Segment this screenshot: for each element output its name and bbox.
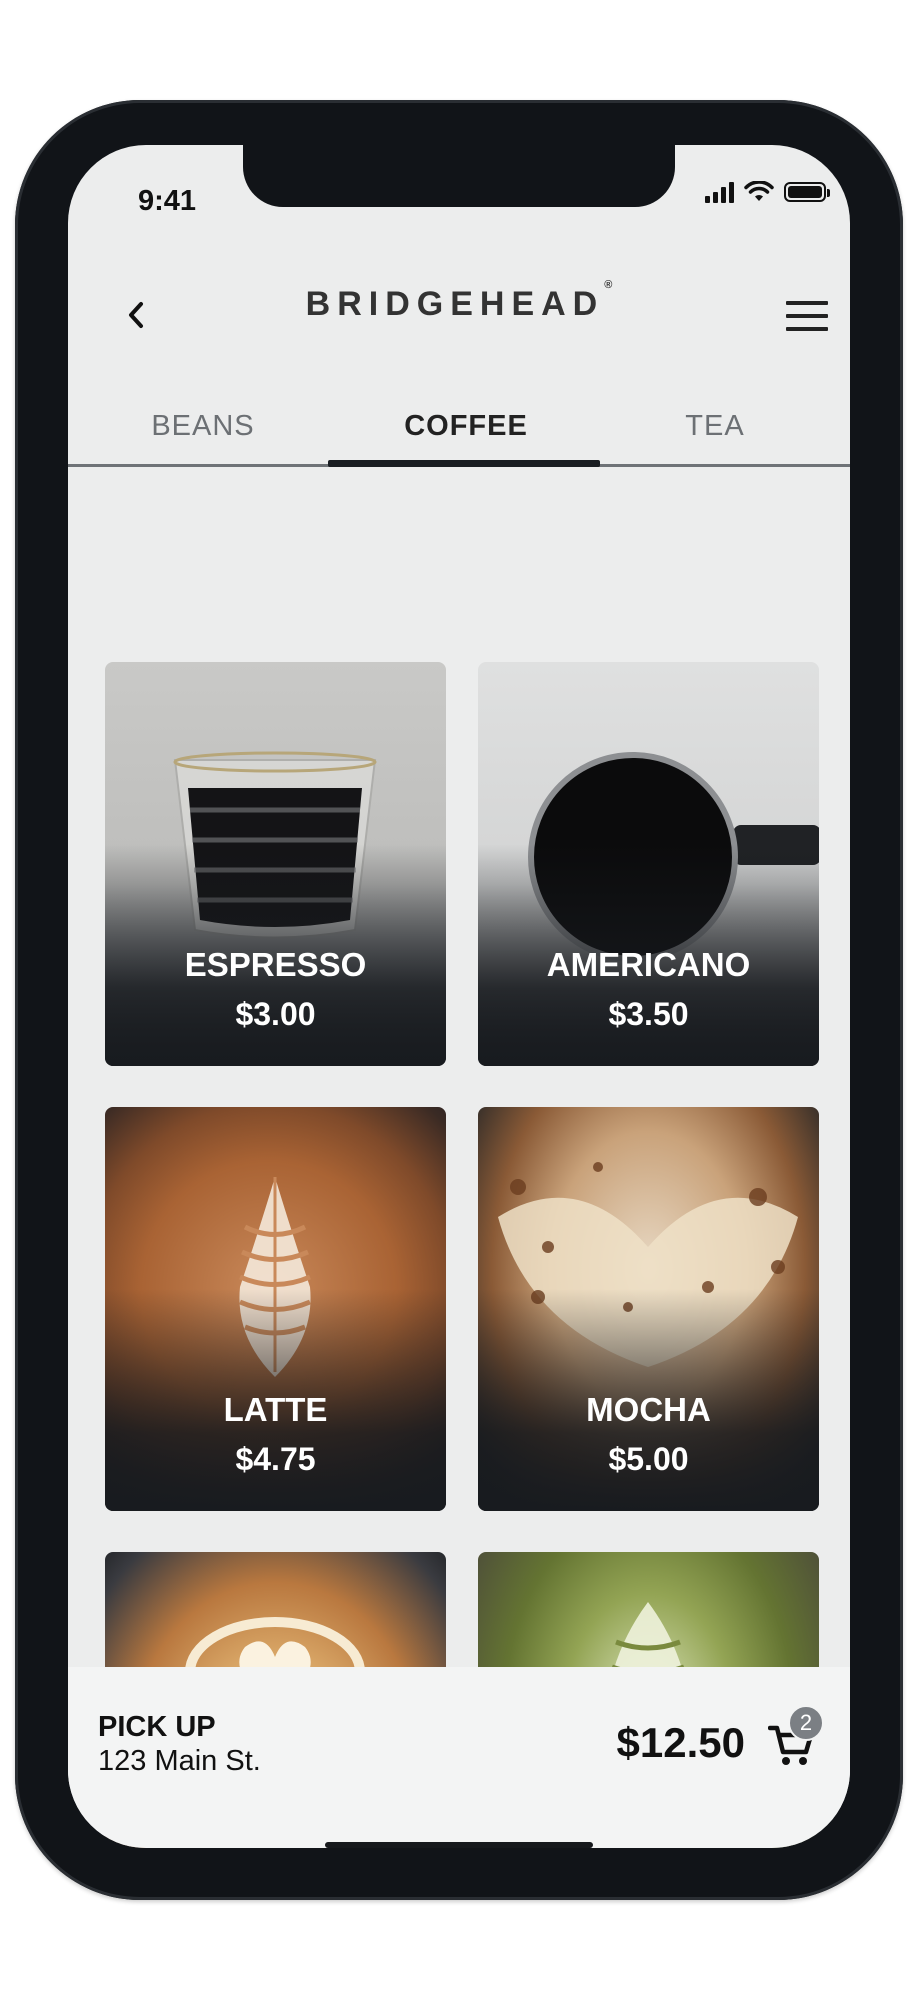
status-time: 9:41 [138, 185, 197, 217]
hamburger-menu-icon[interactable] [786, 301, 828, 331]
tab-beans[interactable]: BEANS [68, 410, 338, 443]
device-notch [243, 145, 675, 207]
battery-icon [784, 182, 830, 202]
cellular-signal-icon [705, 181, 734, 203]
home-indicator[interactable] [325, 1842, 593, 1848]
pickup-label: PICK UP [98, 1711, 216, 1743]
product-name: LATTE [223, 1391, 328, 1428]
order-total: $12.50 [616, 1719, 745, 1766]
product-price: $3.00 [235, 996, 316, 1032]
registered-mark: ® [604, 279, 613, 291]
product-name: AMERICANO [546, 946, 751, 983]
active-tab-indicator [328, 460, 600, 467]
pickup-address[interactable]: 123 Main St. [98, 1745, 261, 1778]
brand-name: BRIDGEHEAD [305, 285, 605, 323]
product-price: $4.75 [235, 1441, 316, 1477]
product-price: $5.00 [608, 1441, 689, 1477]
product-card-espresso[interactable]: ESPRESSO $3.00 [105, 662, 446, 1066]
product-card-americano[interactable]: AMERICANO $3.50 [478, 662, 819, 1066]
wifi-icon [744, 181, 774, 201]
brand-logo: BRIDGEHEAD® [68, 279, 850, 324]
product-card-mocha[interactable]: MOCHA $5.00 [478, 1107, 819, 1511]
cart-count-badge: 2 [788, 1705, 824, 1741]
app-screen: 9:41 BRIDGEHEAD® BEANS COFFEE TEA ESPRES… [68, 145, 850, 1848]
product-name: ESPRESSO [184, 946, 367, 983]
product-price: $3.50 [608, 996, 689, 1032]
tab-coffee[interactable]: COFFEE [331, 410, 601, 443]
category-tabs: BEANS COFFEE TEA [68, 400, 850, 467]
status-icons [705, 181, 830, 203]
product-name: MOCHA [586, 1391, 711, 1428]
phone-frame: 9:41 BRIDGEHEAD® BEANS COFFEE TEA ESPRES… [15, 100, 903, 1900]
product-card-latte[interactable]: LATTE $4.75 [105, 1107, 446, 1511]
tab-tea[interactable]: TEA [580, 410, 850, 443]
order-summary-bar[interactable]: PICK UP 123 Main St. $12.50 2 [68, 1667, 850, 1848]
